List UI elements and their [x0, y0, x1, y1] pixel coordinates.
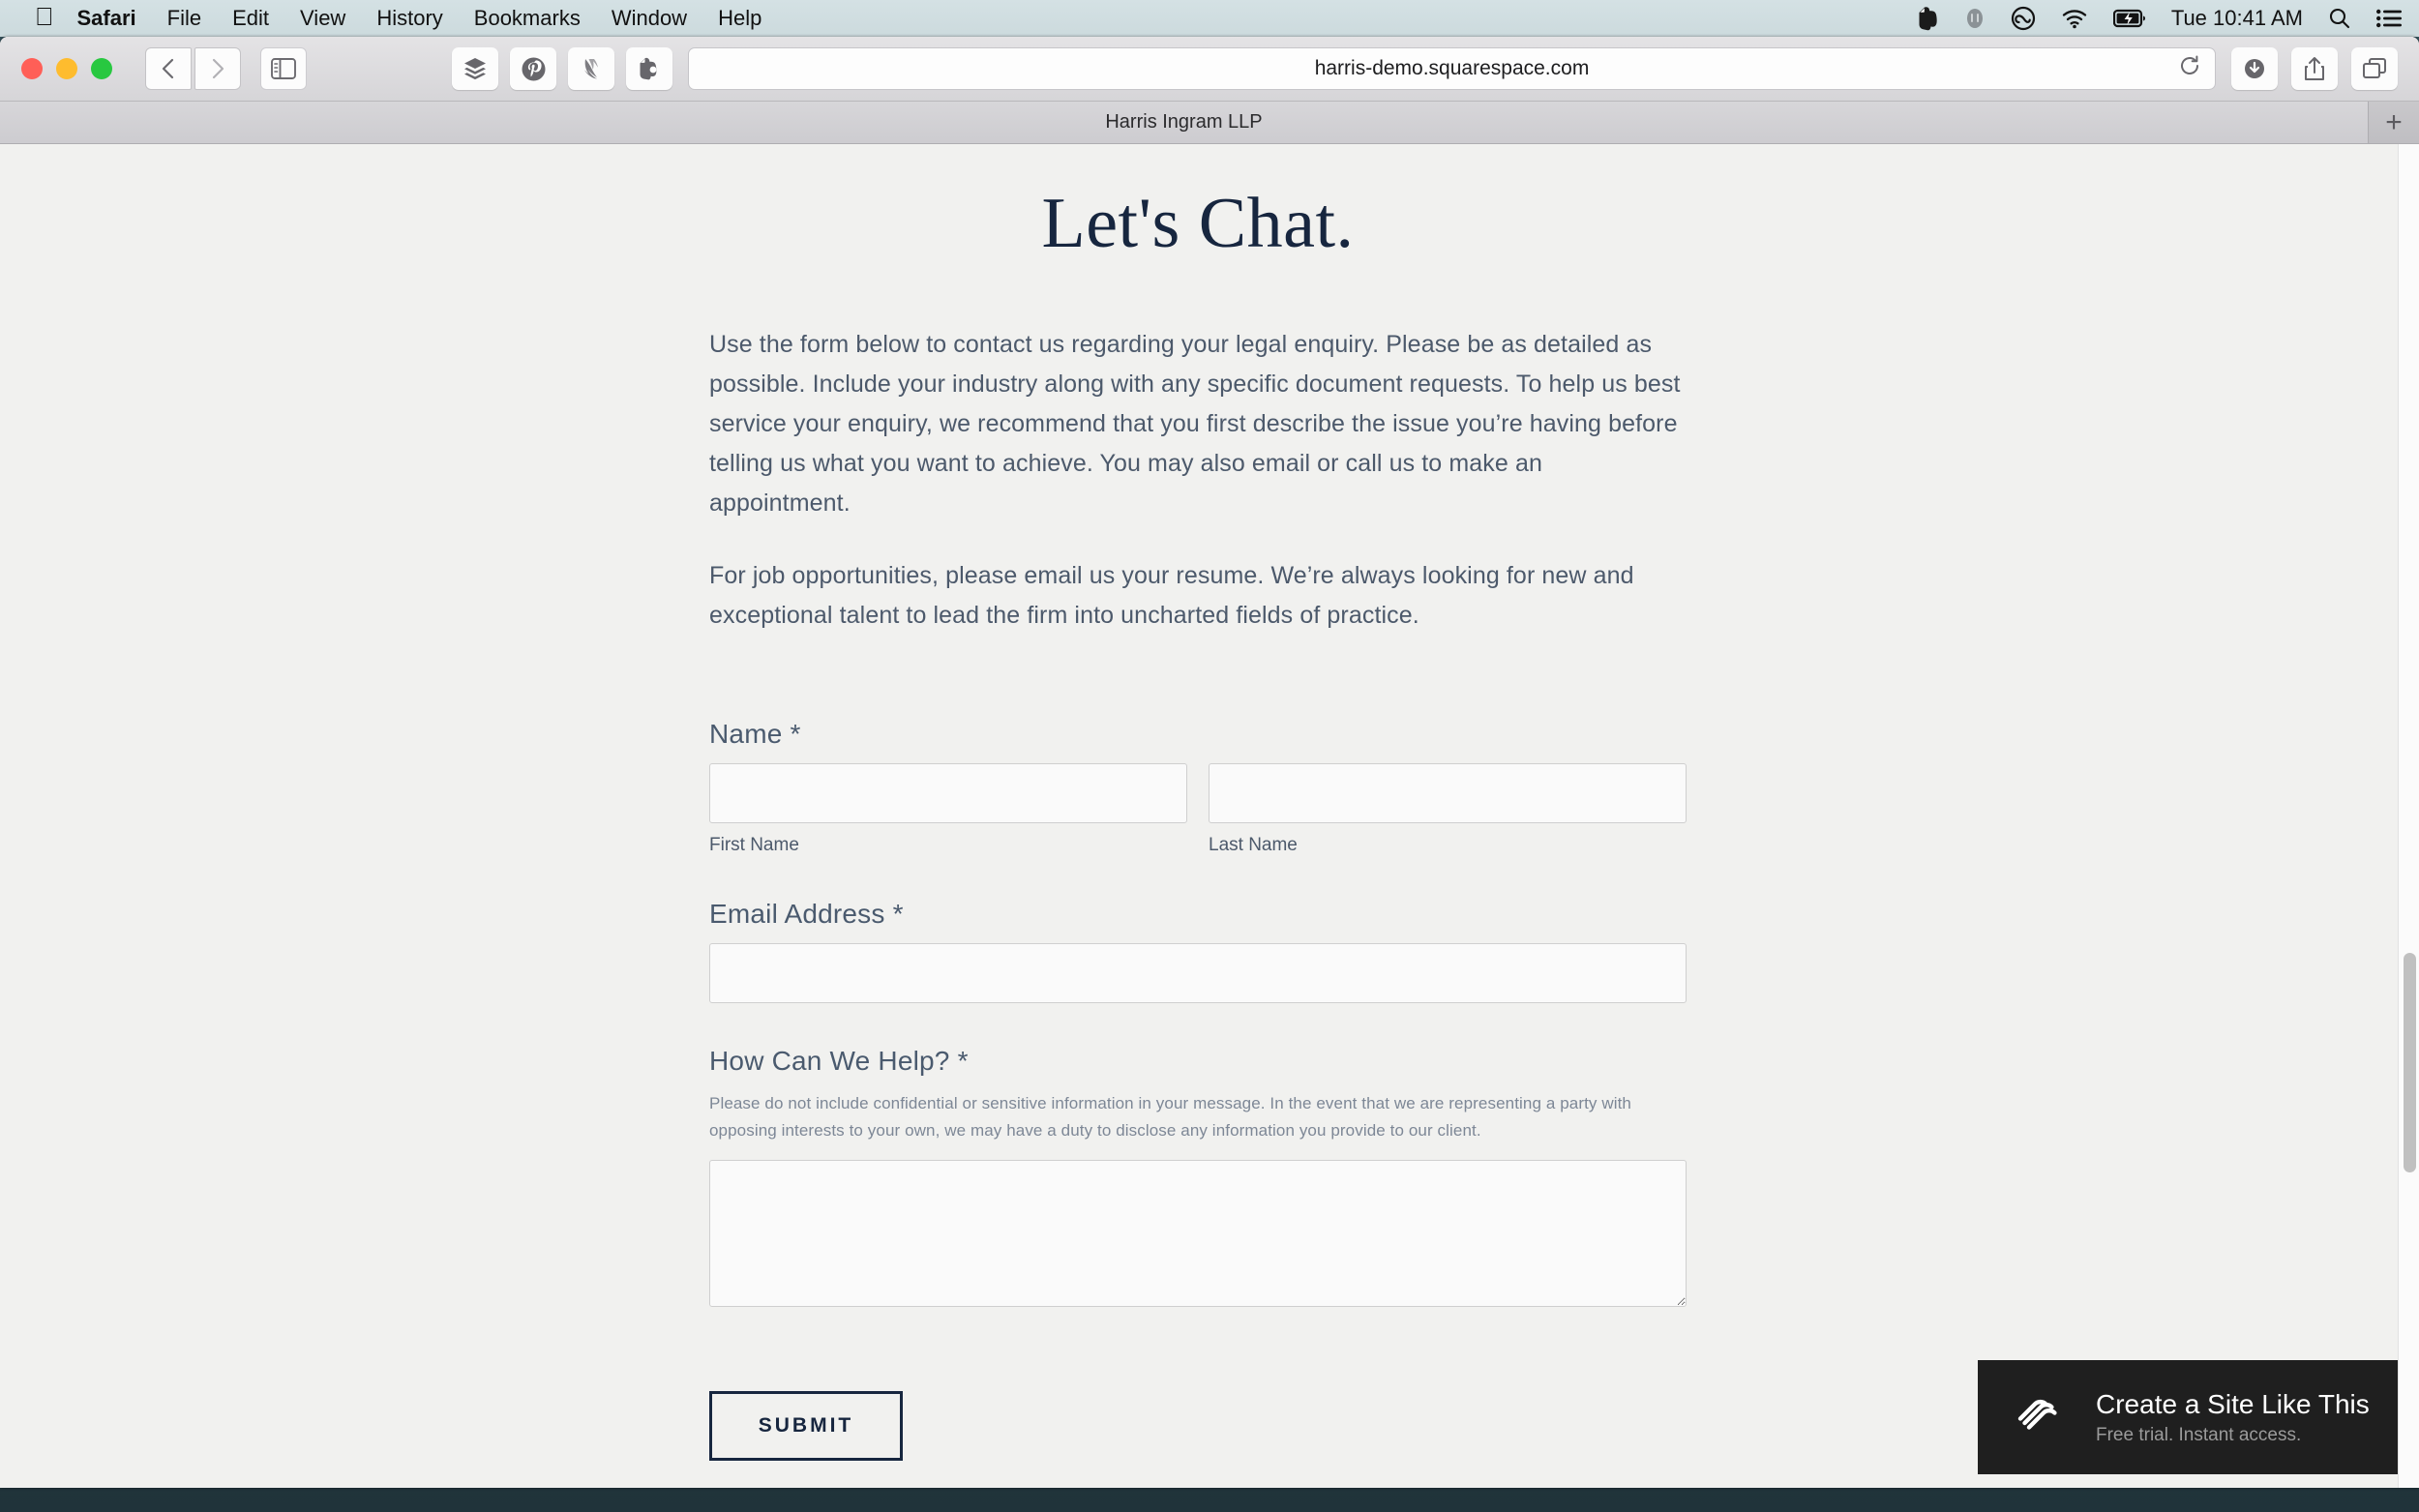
scrollbar-thumb[interactable] [2404, 953, 2416, 1172]
forward-button[interactable] [194, 47, 241, 90]
layers-icon[interactable] [452, 47, 498, 90]
last-name-sublabel: Last Name [1209, 835, 1298, 855]
promo-text-block: Create a Site Like This Free trial. Inst… [2096, 1388, 2370, 1446]
message-helper-text: Please do not include confidential or se… [709, 1094, 1631, 1140]
promo-title: Create a Site Like This [2096, 1389, 2370, 1419]
browser-toolbar: harris-demo.squarespace.com [0, 37, 2419, 102]
message-label: How Can We Help? * [709, 1046, 1687, 1077]
web-page-content: Let's Chat. Use the form below to contac… [0, 144, 2419, 1488]
email-input[interactable] [709, 943, 1687, 1003]
email-label-text: Email Address [709, 899, 885, 929]
wifi-icon[interactable] [2061, 8, 2088, 29]
email-label: Email Address * [709, 899, 1687, 930]
creative-cloud-icon[interactable] [2011, 6, 2036, 31]
name-required-mark: * [790, 719, 801, 749]
message-required-mark: * [957, 1046, 969, 1076]
last-name-input[interactable] [1209, 763, 1687, 823]
menu-item-safari[interactable]: Safari [77, 6, 136, 31]
evernote-icon[interactable] [626, 47, 672, 90]
submit-button[interactable]: SUBMIT [709, 1391, 903, 1461]
navigation-buttons [145, 47, 241, 90]
battery-charging-icon[interactable] [2112, 9, 2146, 28]
menu-item-view[interactable]: View [300, 6, 345, 31]
message-textarea[interactable] [709, 1160, 1687, 1307]
page-container: Let's Chat. Use the form below to contac… [709, 144, 1687, 1461]
menu-item-edit[interactable]: Edit [232, 6, 269, 31]
name-inputs-row: First Name Last Name [709, 763, 1687, 856]
sidebar-icon[interactable] [260, 47, 307, 90]
menu-item-file[interactable]: File [167, 6, 201, 31]
first-name-column: First Name [709, 763, 1187, 856]
toolbar-right-buttons [2231, 47, 2398, 90]
menubar-status-area: Tue 10:41 AM [1918, 6, 2402, 31]
notification-center-icon[interactable] [2376, 9, 2402, 28]
back-button[interactable] [145, 47, 192, 90]
name-label: Name * [709, 719, 1687, 750]
first-name-sublabel: First Name [709, 835, 799, 855]
evernote-icon[interactable] [1918, 6, 1939, 31]
intro-paragraph-1: Use the form below to contact us regardi… [709, 331, 1681, 517]
swift-icon[interactable] [568, 47, 614, 90]
tab-bar: Harris Ingram LLP + [0, 102, 2419, 144]
message-label-text: How Can We Help? [709, 1046, 950, 1076]
first-name-input[interactable] [709, 763, 1187, 823]
promo-subtitle: Free trial. Instant access. [2096, 1425, 2302, 1445]
name-label-text: Name [709, 719, 783, 749]
minimize-window-button[interactable] [56, 58, 77, 79]
tab-overview-icon[interactable] [2351, 47, 2398, 90]
address-bar[interactable]: harris-demo.squarespace.com [688, 47, 2216, 90]
close-window-button[interactable] [21, 58, 43, 79]
squarespace-logo-icon [2009, 1386, 2067, 1449]
squarespace-promo-banner[interactable]: Create a Site Like This Free trial. Inst… [1978, 1360, 2400, 1474]
tab-harris-ingram-llp[interactable]: Harris Ingram LLP [0, 102, 2369, 143]
mac-menu-bar:  Safari File Edit View History Bookmark… [0, 0, 2419, 37]
menu-item-history[interactable]: History [376, 6, 442, 31]
email-required-mark: * [892, 899, 904, 929]
share-icon[interactable] [2291, 47, 2338, 90]
menu-item-bookmarks[interactable]: Bookmarks [474, 6, 581, 31]
last-name-column: Last Name [1209, 763, 1687, 856]
maximize-window-button[interactable] [91, 58, 112, 79]
bookmark-bar-icons [452, 47, 672, 90]
dropbox-icon[interactable] [1964, 6, 1986, 31]
tab-title: Harris Ingram LLP [1105, 111, 1263, 133]
window-controls [21, 58, 112, 79]
menu-item-window[interactable]: Window [612, 6, 687, 31]
safari-window: harris-demo.squarespace.com Harris Ingra… [0, 37, 2419, 1488]
contact-form: Name * First Name Last Name Email Addres… [709, 719, 1687, 1461]
page-title: Let's Chat. [1041, 184, 1355, 263]
new-tab-button[interactable]: + [2369, 102, 2419, 143]
menu-item-help[interactable]: Help [718, 6, 762, 31]
search-icon[interactable] [2328, 7, 2351, 30]
downloads-icon[interactable] [2231, 47, 2278, 90]
page-scrollbar[interactable] [2398, 144, 2419, 1488]
intro-paragraph-2: For job opportunities, please email us y… [709, 562, 1634, 629]
message-field-group: How Can We Help? * Please do not include… [709, 1046, 1687, 1312]
url-text: harris-demo.squarespace.com [1314, 57, 1590, 79]
name-field-group: Name * First Name Last Name [709, 719, 1687, 856]
pinterest-icon[interactable] [510, 47, 556, 90]
menubar-clock[interactable]: Tue 10:41 AM [2171, 6, 2303, 31]
apple-icon[interactable]:  [35, 4, 54, 29]
email-field-group: Email Address * [709, 899, 1687, 1003]
reload-icon[interactable] [2178, 54, 2201, 83]
